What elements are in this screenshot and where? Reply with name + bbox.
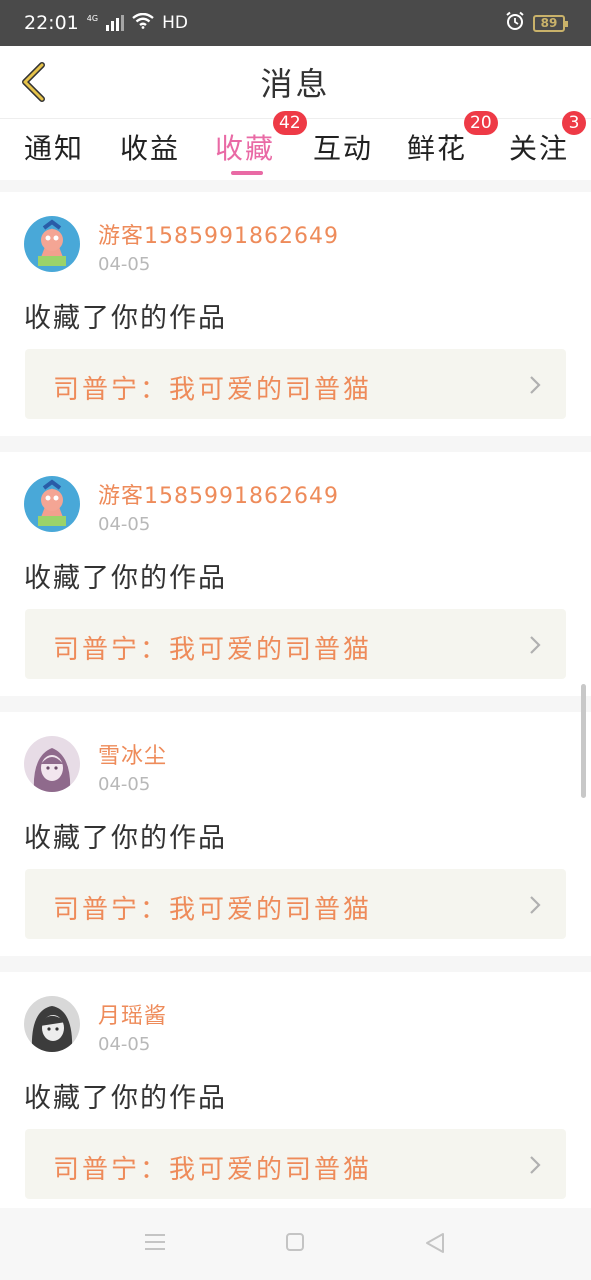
message-card: 雪冰尘 04-05 收藏了你的作品 司普宁：我可爱的司普猫 [0,712,591,956]
back-button[interactable] [14,60,54,104]
tab-interactions[interactable]: 互动 [313,127,373,167]
work-link[interactable]: 司普宁：我可爱的司普猫 [25,869,566,939]
message-card: 游客1585991862649 04-05 收藏了你的作品 司普宁：我可爱的司普… [0,452,591,696]
work-title: 司普宁：我可爱的司普猫 [53,375,373,405]
battery-icon: 89 [533,14,568,32]
avatar[interactable] [24,736,80,792]
signal-icon [106,15,125,31]
status-right: 89 [505,11,568,36]
message-card: 月瑶酱 04-05 收藏了你的作品 司普宁：我可爱的司普猫 [0,972,591,1208]
message-date: 04-05 [98,514,151,535]
tab-flowers[interactable]: 鲜花 [407,127,467,167]
flowers-badge: 20 [464,111,498,135]
message-date: 04-05 [98,774,151,795]
work-title: 司普宁：我可爱的司普猫 [53,1155,373,1185]
tab-bar: 通知 收益 收藏 42 互动 鲜花 20 关注 3 [0,111,591,180]
page-title: 消息 [260,65,331,103]
status-left: 22:01 4G HD [24,12,188,34]
nav-home-button[interactable] [285,1232,305,1256]
message-date: 04-05 [98,254,151,275]
favorites-badge: 42 [273,111,307,135]
hd-label: HD [162,13,188,33]
username[interactable]: 游客1585991862649 [98,478,339,510]
username[interactable]: 游客1585991862649 [98,218,339,250]
message-text: 收藏了你的作品 [24,1083,227,1114]
triangle-back-icon [426,1233,444,1253]
chevron-right-icon [530,896,541,914]
nav-menu-button[interactable] [144,1232,166,1256]
tab-earnings[interactable]: 收益 [120,127,180,167]
system-nav-bar [0,1208,591,1280]
tab-follows[interactable]: 关注 [509,127,569,167]
wifi-icon [132,12,154,34]
chevron-left-icon [22,62,45,102]
status-time: 22:01 [24,12,79,34]
tab-notifications[interactable]: 通知 [24,127,84,167]
message-text: 收藏了你的作品 [24,563,227,594]
message-date: 04-05 [98,1034,151,1055]
alarm-icon [505,11,525,36]
avatar[interactable] [24,476,80,532]
chevron-right-icon [530,376,541,394]
active-tab-indicator [231,171,263,175]
square-icon [286,1233,304,1251]
tab-favorites[interactable]: 收藏 [215,127,275,167]
avatar[interactable] [24,216,80,272]
work-title: 司普宁：我可爱的司普猫 [53,635,373,665]
work-title: 司普宁：我可爱的司普猫 [53,895,373,925]
scrollbar[interactable] [581,684,586,798]
nav-back-button[interactable] [424,1232,446,1258]
message-card: 游客1585991862649 04-05 收藏了你的作品 司普宁：我可爱的司普… [0,192,591,436]
message-text: 收藏了你的作品 [24,823,227,854]
avatar[interactable] [24,996,80,1052]
chevron-right-icon [530,1156,541,1174]
username[interactable]: 雪冰尘 [98,738,167,770]
chevron-right-icon [530,636,541,654]
work-link[interactable]: 司普宁：我可爱的司普猫 [25,349,566,419]
menu-icon [145,1234,165,1250]
status-bar: 22:01 4G HD 89 [0,0,591,46]
message-text: 收藏了你的作品 [24,303,227,334]
network-type: 4G [86,14,99,23]
follows-badge: 3 [562,111,586,135]
username[interactable]: 月瑶酱 [98,998,167,1030]
work-link[interactable]: 司普宁：我可爱的司普猫 [25,609,566,679]
work-link[interactable]: 司普宁：我可爱的司普猫 [25,1129,566,1199]
header: 消息 [0,46,591,118]
